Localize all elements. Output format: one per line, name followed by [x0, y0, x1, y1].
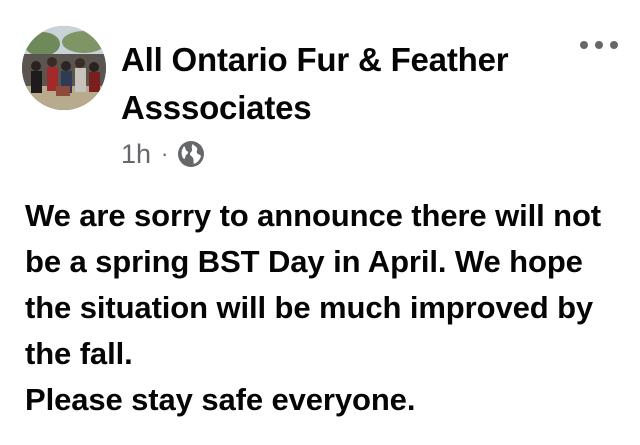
more-horizontal-icon-dot [595, 41, 603, 49]
post-body-text: We are sorry to announce there will not … [25, 198, 602, 417]
globe-icon[interactable] [177, 140, 205, 168]
author-avatar[interactable] [22, 26, 106, 110]
more-horizontal-icon-dot [610, 41, 618, 49]
post-meta: 1h · [121, 136, 205, 172]
post-time[interactable]: 1h [121, 139, 151, 170]
post-card: All Ontario Fur & Feather Asssociates 1h… [0, 0, 640, 445]
more-options-button[interactable] [580, 30, 618, 60]
meta-separator: · [161, 141, 169, 166]
crowd-photo-avatar [22, 26, 106, 110]
more-horizontal-icon [580, 41, 588, 49]
page-name[interactable]: All Ontario Fur & Feather Asssociates [121, 36, 541, 132]
